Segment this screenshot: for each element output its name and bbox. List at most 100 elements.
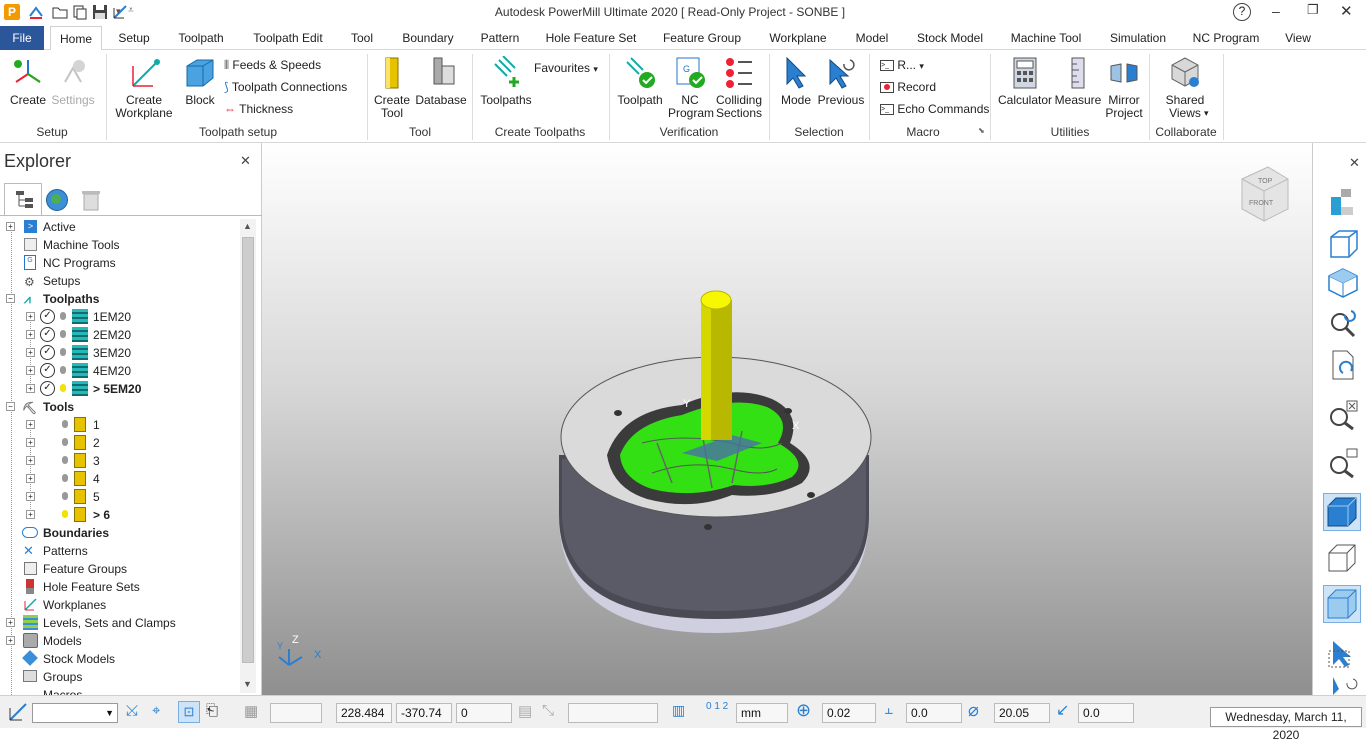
- tab-home[interactable]: Home: [50, 26, 102, 50]
- zoom-box-icon[interactable]: [1327, 447, 1359, 479]
- coordinate-name-field[interactable]: [270, 703, 322, 723]
- scroll-up-icon[interactable]: ▲: [243, 221, 252, 231]
- tab-machine-tool[interactable]: Machine Tool: [1004, 26, 1088, 50]
- close-window-button[interactable]: ✕: [1340, 2, 1353, 20]
- units-field[interactable]: mm: [736, 703, 788, 723]
- previous-selection-button[interactable]: Previous: [816, 56, 866, 107]
- tab-workplane[interactable]: Workplane: [764, 26, 832, 50]
- z-coordinate-field[interactable]: 0: [456, 703, 512, 723]
- copy-icon[interactable]: [72, 4, 88, 20]
- create-tool-button[interactable]: Create Tool: [372, 56, 412, 120]
- tab-simulation[interactable]: Simulation: [1104, 26, 1172, 50]
- colliding-sections-button[interactable]: Colliding Sections: [712, 56, 766, 120]
- quick-access-dropdown-icon[interactable]: ▾: [116, 6, 124, 16]
- customize-toolbar-icon[interactable]: ⩡: [128, 5, 134, 16]
- shaded-view-icon[interactable]: [1323, 493, 1361, 531]
- feeds-speeds-button[interactable]: ⫴ Feeds & Speeds: [224, 59, 344, 72]
- tolerance-icon[interactable]: ⊕: [796, 700, 811, 721]
- verify-toolpath-button[interactable]: Toolpath: [612, 56, 668, 107]
- app-logo-icon[interactable]: P: [4, 4, 20, 20]
- minimize-button[interactable]: –: [1272, 3, 1280, 19]
- globe-icon[interactable]: [46, 189, 68, 211]
- tab-tool[interactable]: Tool: [344, 26, 380, 50]
- tab-setup[interactable]: Setup: [112, 26, 156, 50]
- undo-view-icon[interactable]: [1327, 675, 1359, 695]
- tab-boundary[interactable]: Boundary: [398, 26, 458, 50]
- tab-nc-program[interactable]: NC Program: [1188, 26, 1264, 50]
- refresh-view-icon[interactable]: [1327, 349, 1359, 381]
- thickness-button[interactable]: ⇔ Thickness: [224, 103, 344, 116]
- block-button[interactable]: Block: [180, 56, 220, 107]
- stepdown-icon[interactable]: ↙: [1056, 700, 1069, 720]
- wireframe-view-icon[interactable]: [1325, 541, 1359, 575]
- stepdown-field[interactable]: 0.0: [1078, 703, 1134, 723]
- snap-grid-icon[interactable]: ⊡: [178, 701, 200, 723]
- database-button[interactable]: Database: [414, 56, 468, 107]
- graphics-viewport[interactable]: TOP FRONT Y X Z X Y: [262, 143, 1312, 695]
- zoom-reset-icon[interactable]: [1327, 307, 1359, 339]
- verify-nc-program-button[interactable]: G NC Program: [668, 56, 714, 120]
- restore-button[interactable]: ❐: [1307, 2, 1319, 18]
- close-explorer-icon[interactable]: ✕: [240, 153, 251, 169]
- tab-feature-group[interactable]: Feature Group: [656, 26, 748, 50]
- explorer-tree-tab-icon[interactable]: [4, 183, 42, 215]
- diameter-icon[interactable]: ⌀: [968, 700, 979, 721]
- toolpath-connections-button[interactable]: ⟆ Toolpath Connections: [224, 81, 364, 94]
- tab-model[interactable]: Model: [848, 26, 896, 50]
- mirror-project-button[interactable]: Mirror Project: [1102, 56, 1146, 120]
- tab-view[interactable]: View: [1280, 26, 1316, 50]
- y-coordinate-field[interactable]: -370.74: [396, 703, 452, 723]
- thickness-status-icon[interactable]: ⫠: [884, 701, 893, 718]
- workplane-status-icon[interactable]: [6, 700, 30, 724]
- settings-button[interactable]: Settings: [50, 56, 96, 107]
- thickness-field[interactable]: 0.0: [906, 703, 962, 723]
- scroll-down-icon[interactable]: ▼: [243, 679, 252, 689]
- save-icon[interactable]: [92, 4, 108, 20]
- measure-disabled-icon[interactable]: ⤡: [542, 702, 554, 719]
- macro-dialog-launcher-icon[interactable]: ⬊: [978, 126, 985, 135]
- select-mode-icon[interactable]: [1327, 637, 1359, 669]
- workplane-select[interactable]: ▼: [32, 703, 118, 723]
- explorer-scrollbar[interactable]: ▲ ▼: [240, 219, 256, 693]
- scroll-thumb[interactable]: [242, 237, 254, 663]
- calculator-button[interactable]: Calculator: [996, 56, 1054, 107]
- toolpaths-button[interactable]: Toolpaths: [476, 56, 536, 107]
- polar-icon[interactable]: ▤: [518, 702, 532, 720]
- pick-point-icon[interactable]: ⌖: [152, 702, 160, 719]
- tab-hole-feature-set[interactable]: Hole Feature Set: [542, 26, 640, 50]
- record-macro-button[interactable]: Record: [880, 81, 950, 94]
- iso-view-icon[interactable]: [1327, 227, 1359, 259]
- help-icon[interactable]: ?: [1233, 3, 1251, 21]
- echo-commands-button[interactable]: >_ Echo Commands: [880, 103, 990, 116]
- toolbar-grip-icon[interactable]: ▥: [672, 702, 685, 719]
- grid-icon[interactable]: ▦: [244, 702, 258, 720]
- macro-icon[interactable]: [28, 4, 44, 20]
- tolerance-field[interactable]: 0.02: [822, 703, 876, 723]
- shared-views-button[interactable]: Shared Views ▾: [1156, 56, 1214, 120]
- view-top-icon[interactable]: [1327, 267, 1359, 299]
- trash-icon[interactable]: [82, 189, 100, 211]
- snap-icon[interactable]: ⤩: [126, 702, 138, 719]
- tab-pattern[interactable]: Pattern: [474, 26, 526, 50]
- tab-toolpath[interactable]: Toolpath: [170, 26, 232, 50]
- close-view-toolbar-icon[interactable]: ✕: [1349, 155, 1360, 171]
- view-cube[interactable]: TOP FRONT: [1241, 166, 1289, 222]
- tab-stock-model[interactable]: Stock Model: [912, 26, 988, 50]
- measure-button[interactable]: Measure: [1054, 56, 1102, 107]
- diameter-field[interactable]: 20.05: [994, 703, 1050, 723]
- measurement-field[interactable]: [568, 703, 658, 723]
- mode-button[interactable]: Mode: [774, 56, 818, 107]
- tab-file[interactable]: File: [0, 26, 44, 50]
- favourites-dropdown[interactable]: Favourites ▾: [534, 62, 604, 76]
- x-coordinate-field[interactable]: 228.484: [336, 703, 392, 723]
- create-workplane-button[interactable]: Create Workplane: [112, 56, 176, 120]
- cursor-tool-icon[interactable]: ⎗: [206, 702, 218, 719]
- units-icon[interactable]: 0 1 2: [706, 701, 728, 712]
- create-button[interactable]: Create: [8, 56, 48, 107]
- zoom-fit-icon[interactable]: [1327, 399, 1359, 431]
- run-macro-button[interactable]: >_ R... ▾: [880, 59, 940, 73]
- transparent-view-icon[interactable]: [1323, 585, 1361, 623]
- open-folder-icon[interactable]: [52, 4, 68, 20]
- view-from-left-icon[interactable]: [1327, 187, 1357, 217]
- tab-toolpath-edit[interactable]: Toolpath Edit: [248, 26, 328, 50]
